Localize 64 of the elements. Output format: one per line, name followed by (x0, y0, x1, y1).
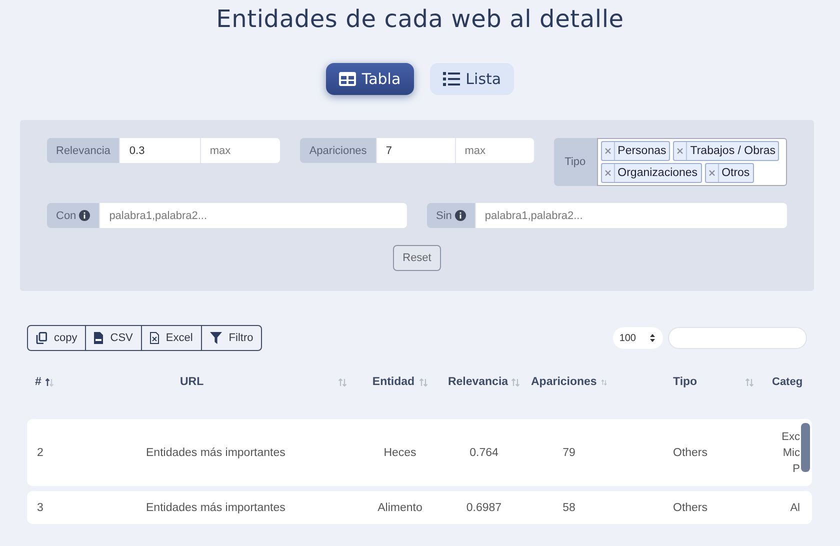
table-cell: 2 (37, 446, 44, 458)
table-cell: 79 (562, 446, 576, 458)
filter-label: Apariciones (300, 138, 376, 163)
column-header[interactable]: Relevancia (448, 376, 508, 388)
type-tag: Otros (704, 163, 754, 183)
filter-icon (210, 332, 222, 344)
table-row[interactable]: 2 Entidades más importantes Heces 0.764 79 Others Exc Mic P (27, 419, 812, 486)
table-cell: Entidades más importantes (146, 446, 286, 458)
filter-label: Sin (436, 210, 452, 222)
file-icon (94, 332, 104, 344)
remove-icon[interactable] (604, 148, 611, 154)
sort-icon[interactable] (45, 378, 54, 386)
export-button[interactable]: CSV (85, 326, 141, 350)
info-icon (454, 210, 466, 221)
table-cell: 3 (37, 502, 44, 514)
export-button[interactable]: Filtro (200, 326, 262, 350)
reset-button[interactable]: Reset (392, 245, 442, 271)
column-header[interactable]: Tipo (673, 376, 698, 388)
list-icon (442, 72, 460, 86)
export-button[interactable]: copy (28, 326, 86, 350)
spreadsheet-file-icon (150, 332, 159, 344)
table-cell: Alimento (378, 502, 422, 514)
view-tab[interactable]: Lista (430, 63, 514, 95)
filter-label: Tipo (554, 138, 597, 186)
type-tag: Organizaciones (600, 163, 702, 183)
table-icon (338, 72, 356, 86)
export-button[interactable]: Excel (140, 326, 201, 350)
keyword-input-field[interactable]: palabra1,palabra2... (99, 203, 407, 228)
scrollbar-thumb[interactable] (801, 423, 810, 472)
copy-icon (36, 332, 47, 344)
table-cell: Others (673, 446, 708, 458)
table-cell: Exc Mic P (782, 430, 800, 474)
type-tag: Trabajos / Obras (673, 141, 780, 161)
min-input-field[interactable]: 7 (376, 138, 455, 163)
min-input-field[interactable]: 0.3 (119, 138, 200, 163)
column-header[interactable]: Categ (772, 376, 803, 388)
table-cell: 58 (562, 502, 576, 514)
filter-label: Relevancia (47, 138, 120, 163)
table-cell: 0.764 (470, 446, 498, 458)
column-header[interactable]: Apariciones (531, 376, 597, 388)
keyword-input-field[interactable]: palabra1,palabra2... (474, 203, 787, 228)
max-input-field[interactable]: max (200, 138, 280, 163)
page-title: Entidades de cada web al detalle (216, 5, 624, 33)
table-cell: 0.6987 (466, 502, 502, 514)
column-header[interactable]: URL (180, 376, 204, 388)
remove-icon[interactable] (604, 170, 611, 176)
column-header[interactable]: # (35, 376, 42, 388)
remove-icon[interactable] (677, 148, 684, 154)
updown-caret-icon (650, 334, 655, 342)
table-cell: Heces (384, 446, 416, 458)
type-tag: Personas (600, 141, 670, 161)
remove-icon[interactable] (708, 170, 715, 176)
table-row[interactable]: 3 Entidades más importantes Alimento 0.6987 58 Others Al (27, 491, 812, 524)
page-length-select[interactable]: 100 (613, 327, 663, 349)
filter-label: Con (56, 210, 76, 222)
table-cell: Al (790, 502, 800, 514)
info-icon (79, 210, 90, 221)
column-header[interactable]: Entidad (372, 376, 415, 388)
search-field[interactable] (668, 327, 807, 349)
table-cell: Others (673, 502, 708, 514)
tag-select-field[interactable]: Personas Trabajos / Obras Organizaciones Otros (596, 138, 787, 186)
view-tab[interactable]: Tabla (326, 63, 414, 95)
table-cell: Entidades más importantes (146, 502, 286, 514)
max-input-field[interactable]: max (454, 138, 534, 163)
